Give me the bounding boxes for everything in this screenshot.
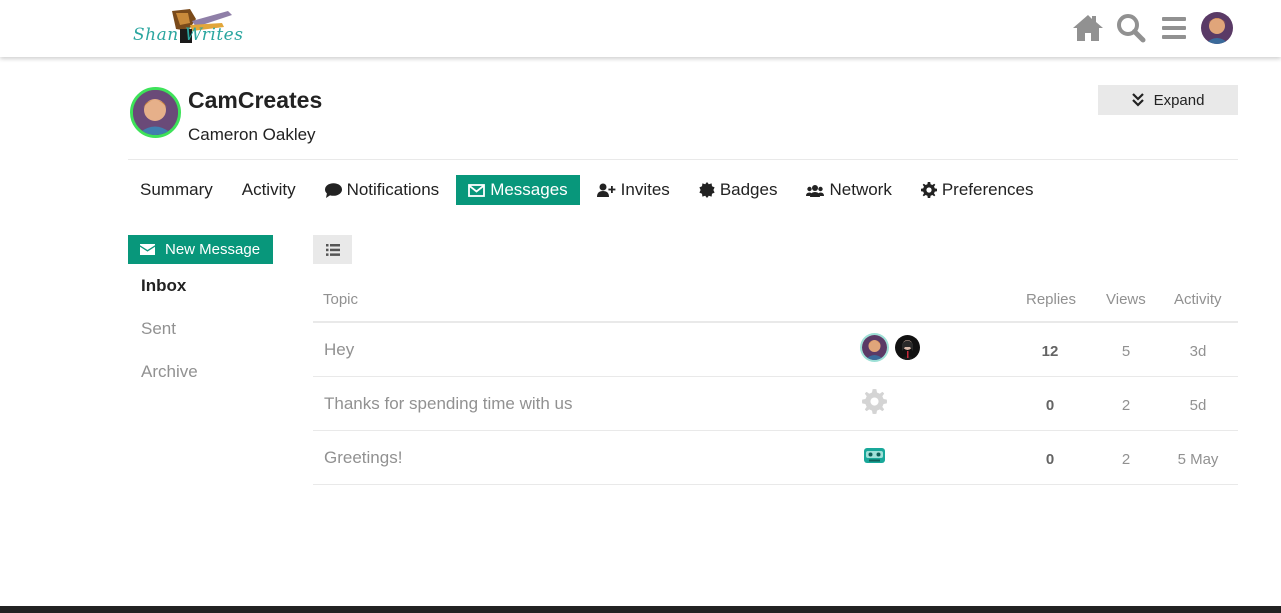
reply-count[interactable]: 0 [1020,451,1080,468]
envelope-icon [140,244,155,255]
double-chevron-down-icon [1131,93,1144,107]
user-nav-tabs: Summary Activity Notifications Messages … [128,175,1051,205]
view-count: 2 [1121,397,1131,414]
tab-messages[interactable]: Messages [456,175,580,205]
tab-label: Badges [719,180,778,199]
tab-label: Invites [620,180,670,199]
tab-label: Messages [490,180,568,199]
expand-label: Expand [1153,91,1205,109]
header-replies[interactable]: Replies [1026,291,1076,308]
site-header: Shan Writes [0,0,1281,57]
reply-count[interactable]: 0 [1020,397,1080,414]
last-activity[interactable]: 5d [1168,397,1228,414]
table-row: Thanks for spending time with us 0 2 5d [313,377,1238,431]
view-count: 5 [1121,343,1131,360]
poster-avatar[interactable] [862,335,887,360]
page-footer [0,606,1281,613]
bot-avatar[interactable] [862,443,887,468]
header-topic[interactable]: Topic [323,291,358,308]
system-gear-avatar[interactable] [862,389,887,414]
last-activity[interactable]: 5 May [1168,451,1228,468]
view-count: 2 [1121,451,1131,468]
certificate-icon [699,182,715,198]
hamburger-menu-icon[interactable] [1158,12,1190,44]
tab-label: Activity [241,180,296,199]
tab-network[interactable]: Network [794,175,903,205]
folder-sent[interactable]: Sent [141,319,176,339]
topic-title-link[interactable]: Hey [324,340,354,360]
expand-button[interactable]: Expand [1098,85,1238,115]
gear-icon [920,182,937,198]
tab-notifications[interactable]: Notifications [313,175,452,205]
envelope-icon [468,183,486,197]
topic-title-link[interactable]: Thanks for spending time with us [324,394,573,414]
users-icon [806,184,825,197]
table-row: Hey 12 5 3d [313,323,1238,377]
comment-icon [324,182,342,198]
reply-count[interactable]: 12 [1020,343,1080,360]
topic-title-link[interactable]: Greetings! [324,448,402,468]
profile-full-name: Cameron Oakley [188,125,316,144]
new-message-label: New Message [165,241,261,258]
tab-badges[interactable]: Badges [687,175,790,205]
profile-avatar [130,87,181,138]
tab-label: Notifications [346,180,440,199]
tab-preferences[interactable]: Preferences [909,175,1046,205]
list-icon [325,243,340,256]
table-row: Greetings! 0 2 5 May [313,431,1238,485]
tab-activity[interactable]: Activity [230,175,308,205]
tab-invites[interactable]: Invites [585,175,682,205]
search-icon[interactable] [1115,12,1147,44]
folder-inbox[interactable]: Inbox [141,276,186,296]
new-message-button[interactable]: New Message [128,235,273,264]
folder-archive[interactable]: Archive [141,362,198,382]
home-icon[interactable] [1072,12,1104,44]
poster-avatar[interactable] [895,335,920,360]
tab-label: Network [829,180,892,199]
current-user-avatar[interactable] [1201,12,1233,44]
tab-summary[interactable]: Summary [128,175,225,205]
last-activity[interactable]: 3d [1168,343,1228,360]
header-activity[interactable]: Activity [1174,291,1222,308]
profile-divider [128,159,1238,160]
tab-label: Summary [140,180,213,199]
user-plus-icon [596,183,616,197]
profile-username: CamCreates [188,87,323,113]
logo-text: Shan Writes [133,25,244,45]
tab-label: Preferences [941,180,1034,199]
site-logo[interactable]: Shan Writes [132,7,244,49]
bulk-select-button[interactable] [313,235,352,264]
header-views[interactable]: Views [1106,291,1146,308]
